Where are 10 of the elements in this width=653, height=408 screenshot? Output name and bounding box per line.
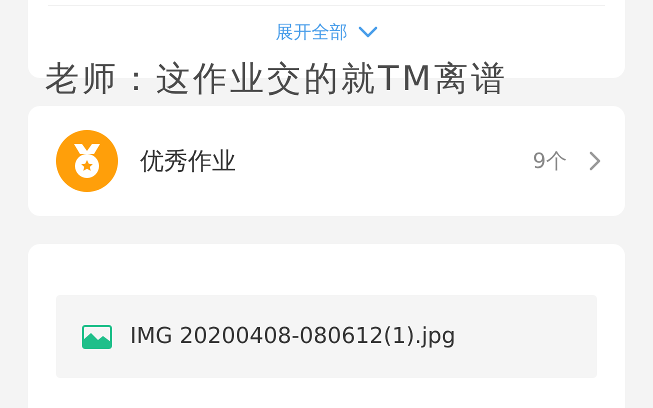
chevron-down-icon bbox=[358, 26, 378, 38]
attachment-item[interactable]: IMG 20200408-080612(1).jpg bbox=[56, 295, 597, 378]
row-title: 优秀作业 bbox=[140, 146, 237, 177]
image-icon bbox=[82, 324, 112, 348]
medal-icon bbox=[56, 130, 118, 192]
caption-text: 老师：这作业交的就TM离谱 bbox=[45, 58, 508, 101]
chevron-right-icon bbox=[589, 151, 601, 171]
file-name: IMG 20200408-080612(1).jpg bbox=[130, 324, 456, 349]
count-label: 9个 bbox=[532, 148, 567, 175]
excellent-homework-row[interactable]: 优秀作业 9个 bbox=[28, 106, 625, 216]
